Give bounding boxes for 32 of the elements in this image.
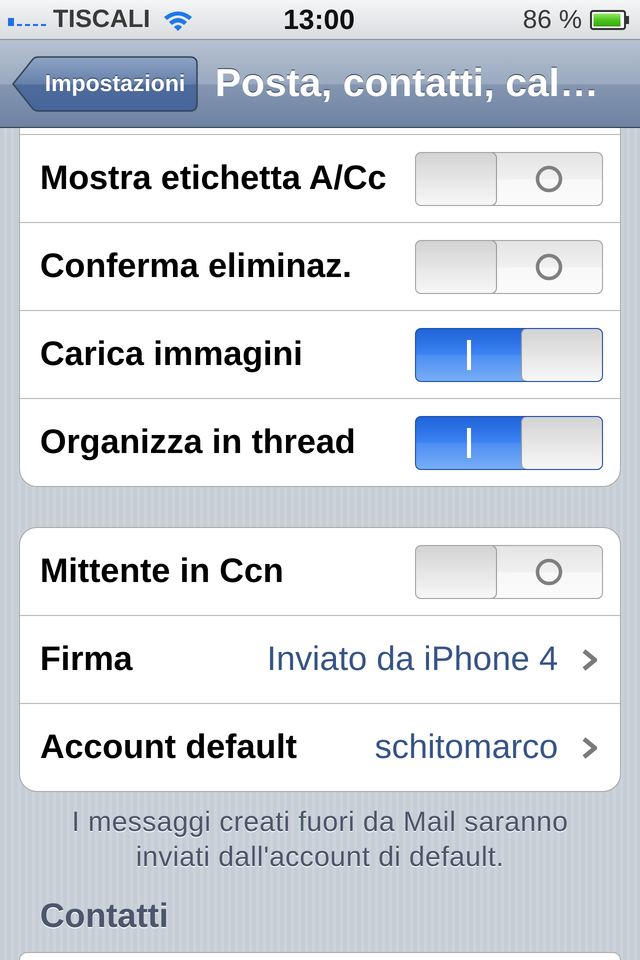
row-value: schitomarco [374, 728, 558, 767]
settings-row[interactable]: Account default schitomarco [20, 703, 620, 791]
row-label: Conferma eliminaz. [40, 247, 352, 286]
ring-icon [535, 252, 563, 280]
back-button[interactable]: Impostazioni [12, 56, 198, 112]
bar-icon [467, 428, 471, 458]
ring-icon [535, 558, 563, 586]
carrier-name: TISCALI [53, 5, 150, 34]
toggle-switch[interactable] [415, 152, 603, 206]
toggle-switch[interactable] [415, 240, 603, 294]
screen-title: Posta, contatti, cal… [215, 62, 599, 106]
row-label: Mostra etichetta A/Cc [40, 159, 386, 198]
settings-row[interactable]: Firma Inviato da iPhone 4 [20, 615, 620, 703]
wifi-icon [163, 8, 194, 30]
section-header: Contatti [40, 896, 170, 936]
toggle-switch[interactable] [415, 328, 603, 382]
chevron-icon [582, 648, 597, 670]
ring-icon [535, 164, 563, 192]
row-label: Mittente in Ccn [40, 552, 284, 591]
row-label: Firma [40, 640, 133, 679]
row-label: Account default [40, 728, 297, 767]
bar-icon [467, 340, 471, 370]
battery-percent: 86 % [522, 4, 582, 35]
footer-note: I messaggi creati fuori da Mail saranno inviati dall'account di default. [70, 805, 570, 874]
row-label: Organizza in thread [40, 423, 356, 462]
toggle-switch[interactable] [415, 416, 603, 470]
row-value: Inviato da iPhone 4 [266, 640, 558, 679]
battery-icon [590, 10, 630, 30]
status-time: 13:00 [283, 4, 355, 36]
row-label: Carica immagini [40, 335, 303, 374]
chevron-icon [582, 736, 597, 758]
toggle-switch[interactable] [415, 544, 603, 598]
